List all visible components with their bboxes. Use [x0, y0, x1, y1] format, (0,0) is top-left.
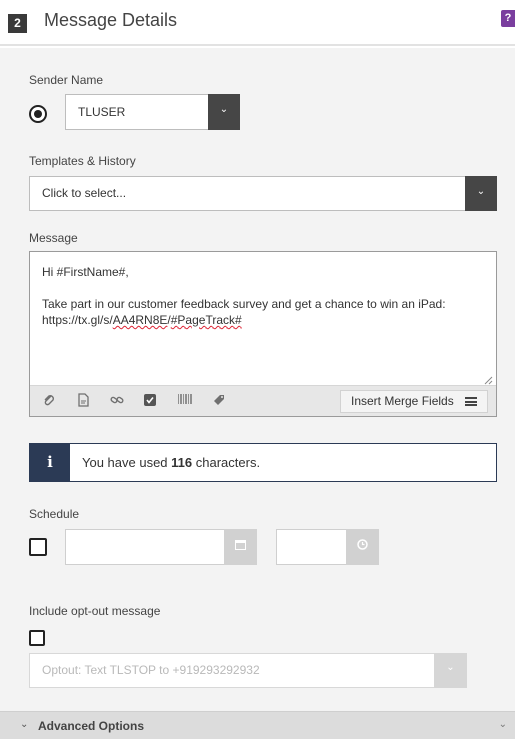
- schedule-date-input[interactable]: [65, 529, 257, 565]
- chevron-down-icon[interactable]: ⌄: [434, 653, 467, 688]
- calendar-icon[interactable]: [224, 529, 257, 565]
- advanced-options-toggle[interactable]: ⌄ Advanced Options ⌄: [0, 711, 515, 739]
- link-icon[interactable]: [109, 393, 125, 409]
- chevron-down-icon: ⌄: [498, 719, 507, 730]
- chevron-down-icon: ⌄: [20, 719, 29, 730]
- count-prefix: You have used: [82, 455, 172, 470]
- tag-icon[interactable]: [211, 393, 227, 409]
- list-icon: [465, 397, 477, 406]
- schedule-time-input[interactable]: [276, 529, 379, 565]
- message-text[interactable]: Hi #FirstName#, Take part in our custome…: [42, 264, 488, 344]
- message-line-link: https://tx.gl/s/AA4RN8E/#PageTrack#: [42, 312, 488, 328]
- schedule-checkbox[interactable]: [29, 538, 47, 556]
- schedule-label: Schedule: [29, 507, 80, 521]
- message-line-body: Take part in our customer feedback surve…: [42, 297, 446, 311]
- character-count-text: You have used 116 characters.: [82, 444, 260, 481]
- advanced-options-title: Advanced Options: [38, 719, 145, 733]
- templates-select[interactable]: Click to select... ⌄: [29, 176, 497, 211]
- character-count-info: i You have used 116 characters.: [29, 443, 497, 482]
- sender-name-radio[interactable]: [29, 105, 47, 123]
- help-icon[interactable]: ?: [501, 10, 515, 27]
- chevron-down-icon[interactable]: ⌄: [465, 176, 497, 211]
- radio-dot: [34, 110, 42, 118]
- section-title: Message Details: [44, 10, 178, 30]
- resize-handle[interactable]: [483, 372, 493, 385]
- templates-placeholder: Click to select...: [42, 186, 127, 200]
- message-textarea[interactable]: Hi #FirstName#, Take part in our custome…: [29, 251, 497, 417]
- optout-placeholder: Optout: Text TLSTOP to +919293292932: [42, 663, 260, 677]
- optout-checkbox[interactable]: [29, 630, 45, 646]
- optout-select[interactable]: Optout: Text TLSTOP to +919293292932 ⌄: [29, 653, 467, 688]
- link-prefix: https://tx.gl/s/: [42, 313, 113, 327]
- chevron-down-icon[interactable]: ⌄: [208, 94, 240, 130]
- paperclip-icon[interactable]: [41, 393, 57, 409]
- clock-icon[interactable]: [346, 529, 379, 565]
- link-code: AA4RN8E: [112, 313, 168, 327]
- section-header: 2 Message Details ?: [0, 0, 515, 46]
- sender-name-label: Sender Name: [29, 73, 104, 87]
- file-icon[interactable]: [75, 393, 91, 409]
- message-line-greeting: Hi #FirstName#,: [42, 265, 129, 279]
- page-track-tag: #PageTrack#: [170, 313, 242, 327]
- sender-name-select[interactable]: TLUSER ⌄: [65, 94, 240, 130]
- insert-merge-fields-label: Insert Merge Fields: [351, 394, 454, 408]
- step-badge: 2: [8, 14, 27, 33]
- insert-merge-fields-button[interactable]: Insert Merge Fields: [340, 390, 488, 413]
- sender-name-value: TLUSER: [78, 105, 126, 119]
- message-label: Message: [29, 231, 78, 245]
- character-count: 116: [171, 455, 193, 470]
- message-toolbar: Insert Merge Fields: [30, 385, 496, 416]
- count-suffix: characters.: [192, 455, 261, 470]
- checkbox-icon[interactable]: [142, 393, 158, 409]
- optout-label: Include opt-out message: [29, 604, 161, 618]
- barcode-icon[interactable]: [177, 393, 193, 409]
- templates-label: Templates & History: [29, 154, 136, 168]
- info-icon: i: [30, 444, 70, 481]
